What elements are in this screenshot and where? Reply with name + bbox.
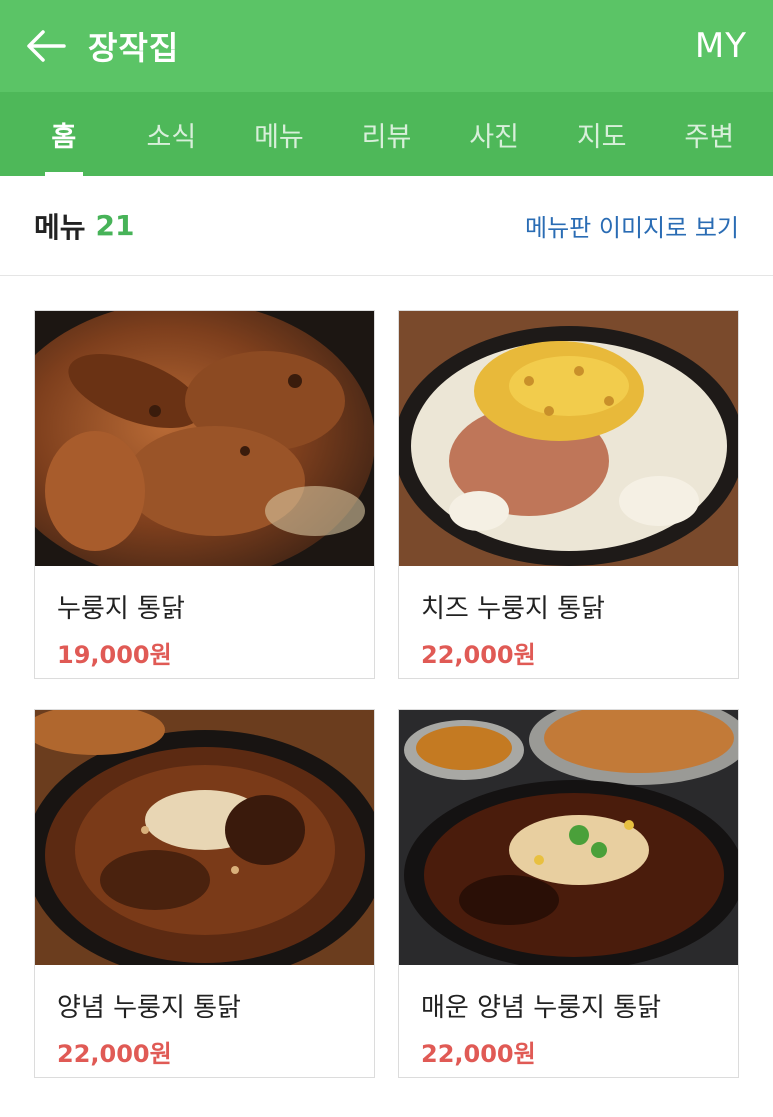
menu-item-name: 양념 누룽지 통닭 — [57, 993, 241, 1023]
my-button[interactable]: MY — [695, 26, 747, 66]
menu-photo — [399, 710, 738, 965]
menu-item-price: 19,000원 — [57, 641, 172, 669]
menu-item-price: 22,000원 — [57, 1040, 172, 1068]
tab-map[interactable]: 지도 — [548, 92, 656, 176]
menu-item-name: 누룽지 통닭 — [57, 594, 185, 624]
menu-count: 21 — [95, 209, 135, 242]
section-title: 메뉴 — [34, 210, 86, 244]
menu-item-price: 22,000원 — [421, 641, 536, 669]
menu-item-name: 치즈 누룽지 통닭 — [421, 594, 605, 624]
page-title: 장작집 — [88, 29, 180, 67]
menu-photo — [35, 311, 374, 566]
tab-news[interactable]: 소식 — [118, 92, 226, 176]
tab-home[interactable]: 홈 — [10, 92, 118, 176]
menu-item-price: 22,000원 — [421, 1040, 536, 1068]
tab-menu[interactable]: 메뉴 — [225, 92, 333, 176]
tab-bar: 홈 소식 메뉴 리뷰 사진 지도 주변 — [0, 92, 773, 176]
menu-card[interactable]: 치즈 누룽지 통닭 22,000원 — [398, 310, 739, 679]
tab-photos[interactable]: 사진 — [440, 92, 548, 176]
menu-section-header: 메뉴 21 메뉴판 이미지로 보기 — [0, 176, 773, 276]
tab-reviews[interactable]: 리뷰 — [333, 92, 441, 176]
back-button[interactable] — [26, 24, 70, 68]
menu-card[interactable]: 누룽지 통닭 19,000원 — [34, 310, 375, 679]
menu-card[interactable]: 양념 누룽지 통닭 22,000원 — [34, 709, 375, 1078]
menu-photo — [35, 710, 374, 965]
menu-grid: 누룽지 통닭 19,000원 치즈 누룽지 통닭 22,000원 양념 누룽지 … — [0, 276, 773, 1117]
view-menu-board-link[interactable]: 메뉴판 이미지로 보기 — [525, 208, 739, 243]
menu-photo — [399, 311, 738, 566]
tab-nearby[interactable]: 주변 — [655, 92, 763, 176]
arrow-left-icon — [27, 30, 66, 62]
top-bar: 장작집 MY — [0, 0, 773, 92]
menu-item-name: 매운 양념 누룽지 통닭 — [421, 993, 662, 1023]
menu-card[interactable]: 매운 양념 누룽지 통닭 22,000원 — [398, 709, 739, 1078]
app: 장작집 MY 홈 소식 메뉴 리뷰 사진 지도 주변 메뉴 21 메뉴판 이미지… — [0, 0, 773, 1117]
